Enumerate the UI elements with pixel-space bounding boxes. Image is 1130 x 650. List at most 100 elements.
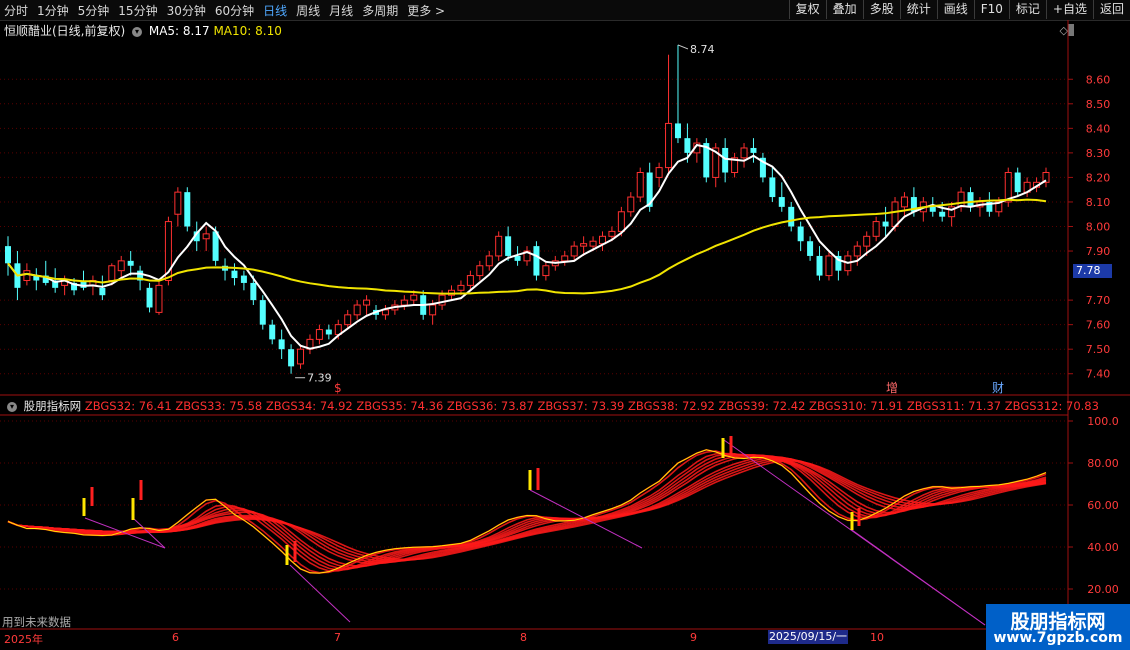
high-label: 8.74: [690, 43, 715, 56]
high-pointer: [677, 44, 689, 50]
candle-body: [231, 270, 238, 279]
kline-chart[interactable]: 8.60 8.50 8.40 8.30 8.20 8.10 8.00 7.90 7.70 7.60…: [0, 0, 1130, 650]
candle-body: [929, 206, 936, 212]
candle-body: [740, 147, 748, 159]
candle-body: [939, 211, 946, 217]
candle-body: [589, 240, 597, 247]
indicator-value: ZBGS37: 73.39: [533, 399, 625, 413]
indicator-line: [7, 457, 1047, 563]
candle-body: [429, 304, 437, 316]
candle-body: [684, 138, 691, 153]
candle-body: [627, 196, 635, 213]
candle-body: [797, 226, 804, 242]
candle-body: [315, 329, 323, 340]
candle-body: [617, 211, 625, 232]
low-label: 7.39: [307, 372, 332, 385]
y-tick-label: 7.60: [1086, 319, 1111, 332]
candle-body: [872, 221, 880, 237]
indicator-line: [7, 449, 1047, 574]
candle-body: [853, 245, 861, 257]
candle-body: [561, 255, 569, 262]
current-price-tag: 7.78: [1073, 264, 1112, 278]
candle-body: [400, 299, 408, 306]
candle-body: [297, 348, 305, 365]
candle-body: [344, 314, 352, 326]
y-tick-label: 8.10: [1086, 196, 1111, 209]
indicator-line: [7, 454, 1047, 567]
indicator-line: [7, 459, 1047, 561]
indicator-value: ZBGS33: 75.58: [171, 399, 263, 413]
y-tick-label: 8.30: [1086, 147, 1111, 160]
indicator-value: ZBGS311: 71.37: [903, 399, 1002, 413]
projection-line: [851, 529, 986, 626]
candle-body: [269, 324, 276, 340]
candle-body: [533, 246, 540, 276]
candle-body: [863, 235, 871, 247]
candle-body: [674, 123, 681, 139]
y-tick-label: 20.00: [1087, 583, 1119, 596]
candle-body: [967, 192, 974, 207]
future-data-note: 用到未来数据: [2, 615, 71, 629]
y-tick-label: 8.60: [1086, 73, 1111, 86]
candle-body: [655, 167, 663, 178]
candle-body: [542, 265, 550, 277]
watermark-url: www.7gpzb.com: [993, 630, 1123, 646]
candle-body: [485, 255, 493, 267]
candle-body: [288, 349, 295, 367]
y-tick-label: 40.00: [1087, 541, 1119, 554]
y-tick-label: 7.40: [1086, 368, 1111, 381]
candle-body: [278, 339, 285, 350]
indicator-line: [7, 458, 1047, 562]
candle-body: [514, 255, 521, 261]
y-tick-label: 7.90: [1086, 245, 1111, 258]
candle-body: [722, 147, 729, 173]
watermark: 股朋指标网 www.7gpzb.com: [986, 604, 1130, 650]
indicator-value: ZBGS310: 71.91: [805, 399, 904, 413]
indicator-value: ZBGS35: 74.36: [352, 399, 444, 413]
candle-body: [807, 241, 814, 256]
candle-body: [438, 294, 446, 306]
candle-body: [882, 221, 889, 227]
candle-body: [769, 177, 776, 198]
candle-body: [608, 230, 616, 237]
candle-body: [957, 191, 965, 208]
y-tick-label: 7.70: [1086, 294, 1111, 307]
date-tick: 8: [520, 631, 527, 644]
candle-body: [580, 243, 588, 247]
candle-body: [778, 197, 785, 207]
candle-body: [476, 265, 484, 277]
y-tick-label: 80.00: [1087, 457, 1119, 470]
indicator-line: [7, 452, 1047, 572]
candle-body: [99, 287, 106, 296]
candle-body: [495, 235, 503, 257]
candle-body: [108, 265, 116, 281]
date-tick: 7: [334, 631, 341, 644]
candle-body: [155, 284, 163, 313]
y-tick-label: 60.00: [1087, 499, 1119, 512]
candle-body: [466, 275, 474, 286]
indicator-value: ZBGS38: 72.92: [624, 399, 715, 413]
chevron-down-icon[interactable]: ▾: [7, 401, 17, 412]
candle-body: [23, 270, 31, 281]
candle-body: [750, 147, 757, 153]
candle-body: [788, 206, 795, 227]
indicator-value: ZBGS32: 76.41: [84, 399, 172, 413]
candle-body: [505, 236, 512, 256]
indicator-value: ZBGS36: 73.87: [443, 399, 534, 413]
candle-body: [891, 201, 899, 227]
candle-body: [570, 245, 578, 257]
event-marker: 增: [886, 381, 898, 395]
candle-body: [259, 300, 266, 325]
y-tick-label: 7.50: [1086, 343, 1111, 356]
date-tick: 2025年: [4, 633, 43, 646]
date-tick: 9: [690, 631, 697, 644]
candle-body: [325, 329, 332, 335]
y-tick-label: 8.50: [1086, 98, 1111, 111]
cursor-date: 2025/09/15/一: [768, 630, 848, 644]
candle-body: [184, 192, 191, 227]
y-tick-label: 8.20: [1086, 171, 1111, 184]
date-tick: 6: [172, 631, 179, 644]
y-tick-label: 8.00: [1086, 220, 1111, 233]
indicator-value: ZBGS312: 70.83: [1001, 399, 1099, 413]
candle-body: [5, 246, 11, 264]
